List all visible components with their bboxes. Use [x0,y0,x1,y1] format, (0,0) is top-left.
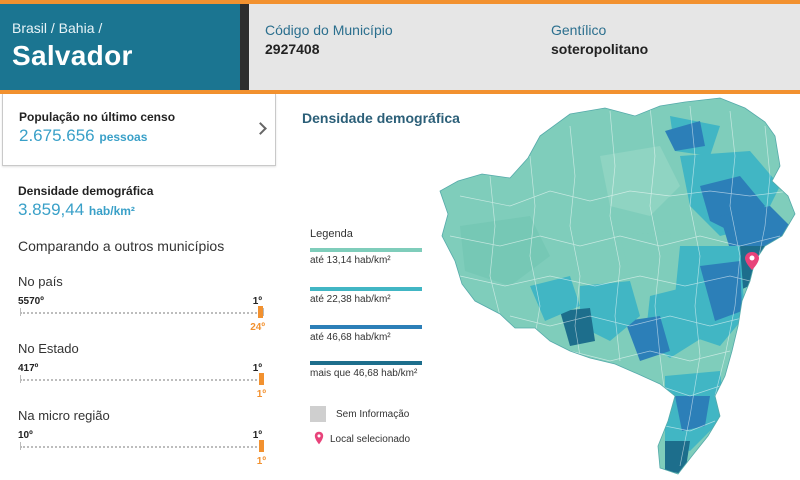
gentilico-block: Gentílico soteropolitano [551,22,648,57]
bahia-density-map[interactable] [420,96,800,480]
rank-tick-start [20,308,21,316]
rank-tick-end [263,308,264,316]
populacao-unit: pessoas [99,130,148,144]
rank-tick-start [20,375,21,383]
densidade-value: 3.859,44 hab/km² [18,200,268,220]
legend-item: até 13,14 hab/km² [310,248,424,267]
map-pin-icon [314,431,324,445]
legend-text: até 22,38 hab/km² [310,294,391,305]
rank-label: No país [18,274,63,289]
densidade-number: 3.859,44 [18,200,85,219]
legend-item: até 22,38 hab/km² [310,287,424,306]
rank-tick-start [20,442,21,450]
legend-item: até 46,68 hab/km² [310,325,424,344]
header: Brasil / Bahia / Salvador Código do Muni… [0,4,800,90]
no-info-label: Sem Informação [336,409,410,420]
rank-marker [258,306,264,318]
rank-position: 1º [256,456,266,467]
rank-marker [259,440,264,452]
rank-marker [259,373,264,385]
legend-text: até 46,68 hab/km² [310,332,391,343]
densidade-label: Densidade demográfica [18,184,154,198]
legend-bar [310,287,422,291]
populacao-card[interactable]: População no último censo 2.675.656 pess… [2,94,276,166]
legend-bar [310,248,422,252]
rank-total: 417º [18,363,39,374]
stats-panel: População no último censo 2.675.656 pess… [0,94,278,480]
map-regions [440,98,795,474]
rank-track [20,312,264,314]
densidade-block: Densidade demográfica 3.859,44 hab/km² [18,184,268,220]
city-banner: Brasil / Bahia / Salvador [0,4,240,90]
populacao-value: 2.675.656 pessoas [19,126,259,146]
gentilico-label: Gentílico [551,22,607,38]
rank-position: 1º [256,389,266,400]
legend-text: até 13,14 hab/km² [310,255,391,266]
legend-title: Legenda [310,228,353,240]
map-legend: Legenda até 13,14 hab/km² até 22,38 hab/… [310,228,430,445]
rank-row-estado: No Estado 417º 1º 1º [18,341,268,401]
populacao-label: População no último censo [19,110,176,124]
populacao-number: 2.675.656 [19,126,95,145]
legend-text: mais que 46,68 hab/km² [310,368,418,379]
gentilico-value: soteropolitano [551,41,649,57]
rank-track [20,446,264,448]
top-accent-line [0,0,800,4]
codigo-value: 2927408 [265,41,320,57]
no-info-swatch [310,406,326,422]
banner-divider [240,4,249,90]
rank-row-pais: No país 5570º 1º 24º [18,274,268,334]
local-selecionado-label: Local selecionado [330,434,411,445]
legend-item: mais que 46,68 hab/km² [310,361,424,380]
rank-track [20,379,264,381]
legend-bar [310,325,422,329]
rank-row-microregiao: Na micro região 10º 1º 1º [18,408,268,468]
breadcrumb[interactable]: Brasil / Bahia / [12,20,228,36]
codigo-label: Código do Município [265,22,393,38]
rank-label: No Estado [18,341,79,356]
rank-position: 24º [250,322,266,333]
comparando-title: Comparando a outros municípios [18,238,225,254]
rank-total: 10º [18,430,33,441]
codigo-block: Código do Município 2927408 [265,22,393,57]
densidade-unit: hab/km² [88,204,135,218]
city-title: Salvador [12,40,133,71]
legend-bar [310,361,422,365]
rank-total: 5570º [18,296,44,307]
rank-label: Na micro região [18,408,110,423]
